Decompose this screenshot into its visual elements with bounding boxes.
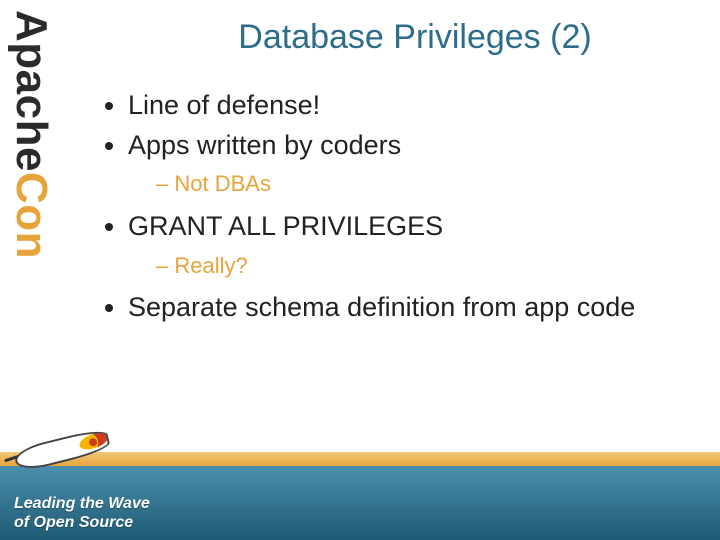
bullet-4: Separate schema definition from app code xyxy=(128,290,690,326)
brand-part2: Con xyxy=(7,172,56,259)
bullet-2-text: Apps written by coders xyxy=(128,130,401,160)
footer-tagline: Leading the Wave of Open Source xyxy=(14,495,150,532)
brand-wordmark: ApacheCon xyxy=(6,10,56,259)
feather-icon xyxy=(2,404,120,480)
slide-title: Database Privileges (2) xyxy=(130,18,700,57)
bullet-1-text: Line of defense! xyxy=(128,90,320,120)
bullet-3-sub-1: Really? xyxy=(156,251,690,281)
bullet-3: GRANT ALL PRIVILEGES Really? xyxy=(128,209,690,280)
bullet-2-sub-1: Not DBAs xyxy=(156,169,690,199)
bullet-1: Line of defense! xyxy=(128,88,690,124)
slide: ApacheCon Database Privileges (2) Line o… xyxy=(0,0,720,540)
footer-line2: of Open Source xyxy=(14,514,150,532)
bullet-3-text: GRANT ALL PRIVILEGES xyxy=(128,211,443,241)
brand-logo: ApacheCon xyxy=(8,10,68,410)
bullet-4-text: Separate schema definition from app code xyxy=(128,292,635,322)
footer-line1: Leading the Wave xyxy=(14,495,150,513)
bullet-2: Apps written by coders Not DBAs xyxy=(128,128,690,199)
brand-part1: Apache xyxy=(7,10,56,172)
slide-body: Line of defense! Apps written by coders … xyxy=(100,88,690,330)
